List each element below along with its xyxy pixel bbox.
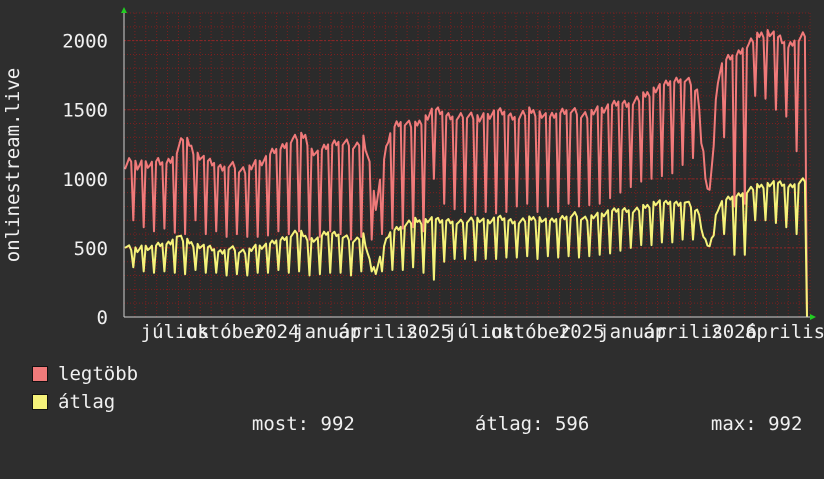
stat-max-value: 992	[768, 413, 803, 435]
y-axis-label: onlinestream.live	[2, 68, 24, 262]
y-tick-label: 1500	[62, 100, 108, 122]
legend-swatch-legtobb	[32, 366, 48, 382]
stat-max-label: max:	[710, 413, 757, 435]
stat-most: most: 992	[229, 391, 355, 435]
legend-item-atlag: átlag	[32, 391, 115, 479]
stat-avg-value: 596	[554, 413, 590, 435]
stat-max: max: 992	[688, 391, 803, 435]
legend-label-atlag: átlag	[58, 391, 116, 413]
x-tick-label: április	[745, 321, 824, 343]
stat-most-value: 992	[320, 413, 355, 435]
legend-swatch-atlag	[32, 394, 48, 410]
legend-label-legtobb: legtöbb	[58, 363, 139, 385]
y-tick-label: 1000	[62, 169, 108, 191]
stat-avg-label: átlag:	[474, 413, 544, 435]
x-tick-labels: júliusoktóber2024januáráprilis2025július…	[141, 321, 824, 343]
stat-avg: átlag: 596	[452, 391, 589, 435]
y-tick-label: 0	[97, 307, 108, 329]
stat-most-label: most:	[251, 413, 310, 435]
y-tick-label: 500	[74, 238, 108, 260]
y-tick-label: 2000	[62, 31, 108, 53]
